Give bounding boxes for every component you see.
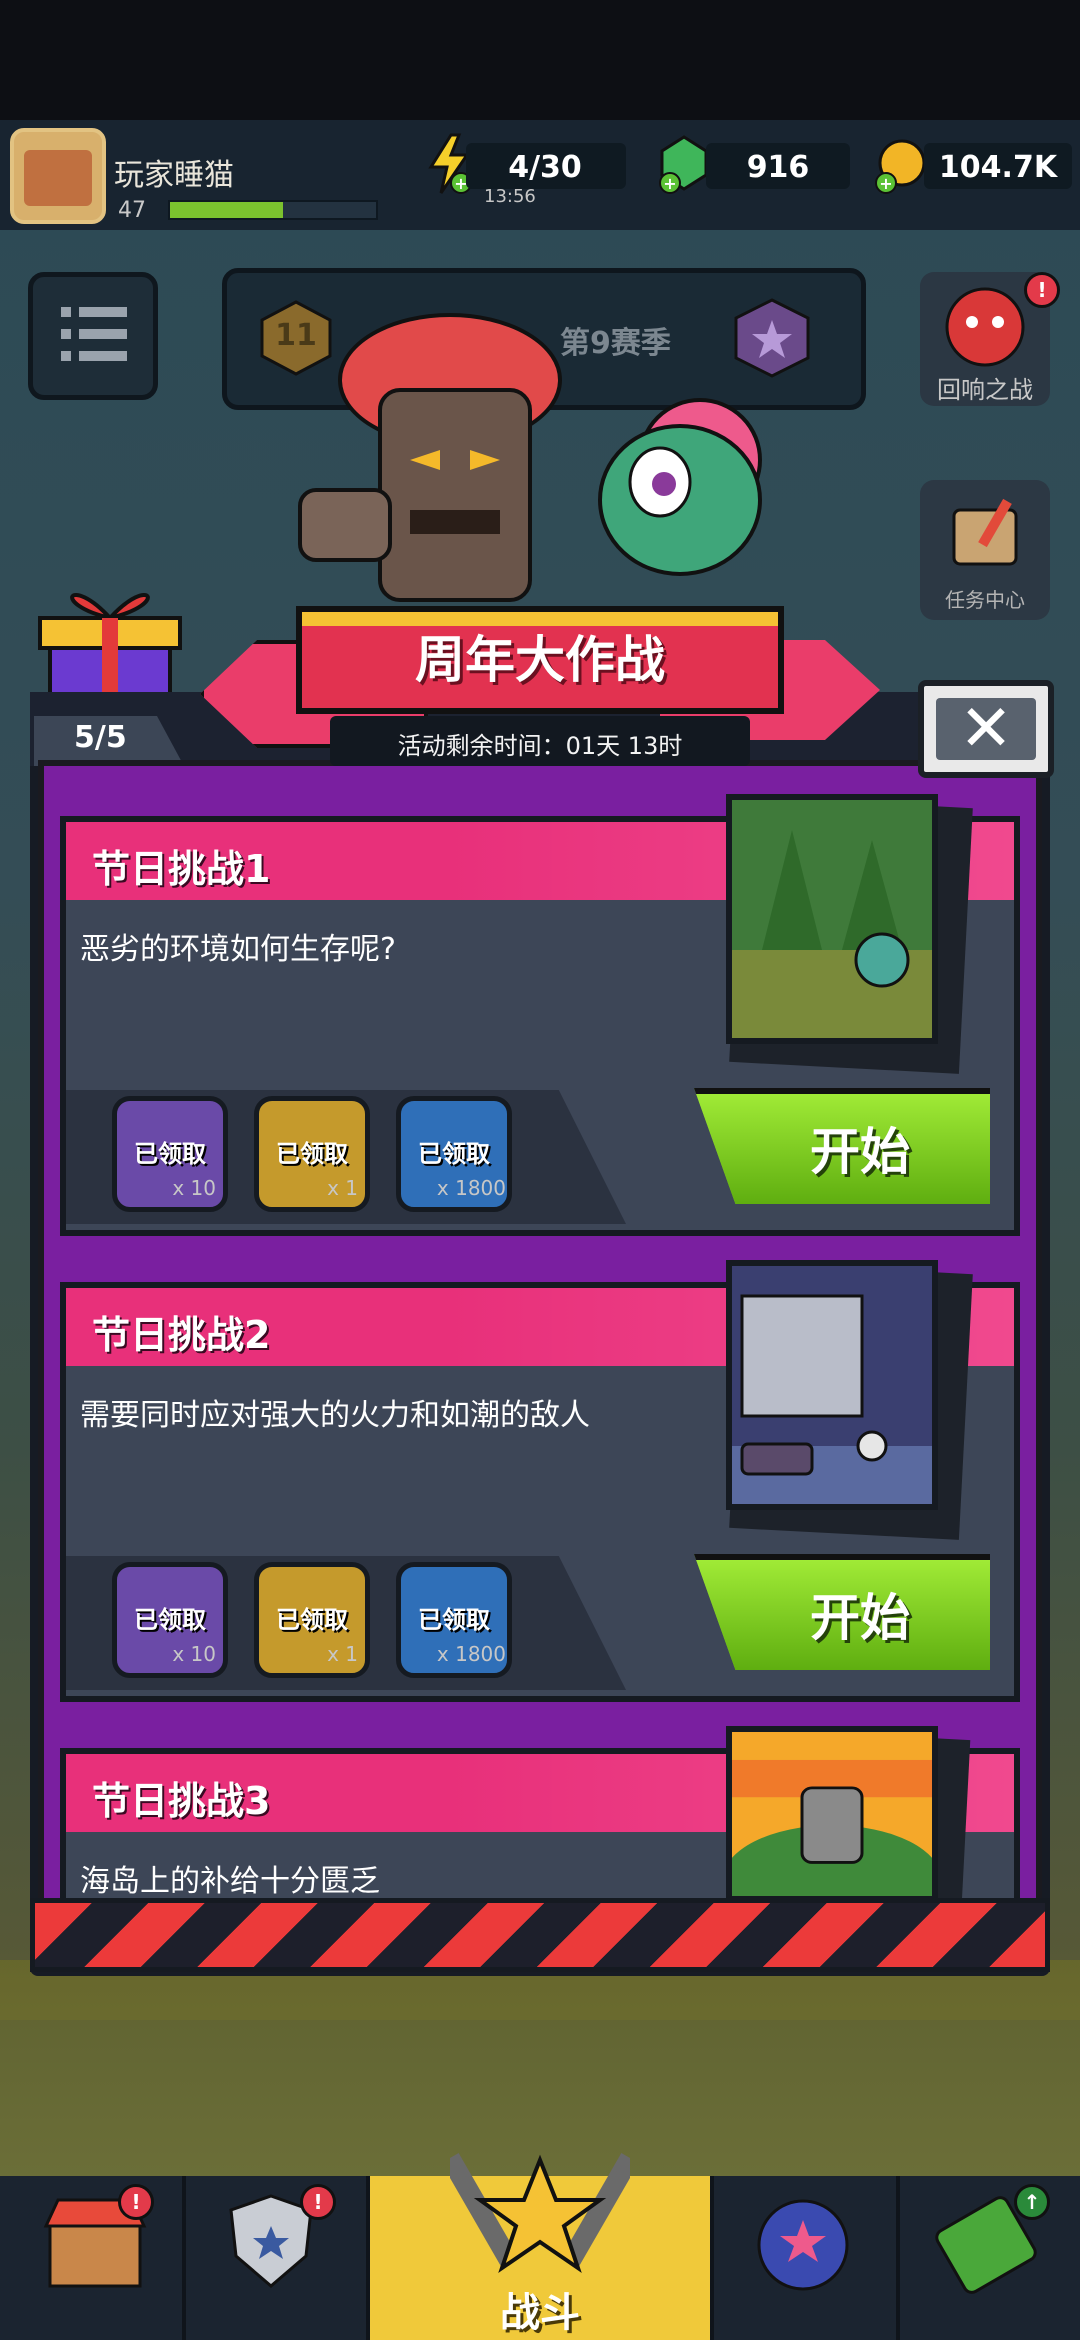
plant-monster-character — [598, 398, 762, 576]
challenge-counter: 5/5 — [74, 720, 127, 755]
challenge-title: 节日挑战2 — [92, 1313, 271, 1357]
close-icon[interactable]: ✕ — [918, 680, 1054, 778]
upgrade-badge: ↑ — [1014, 2184, 1050, 2220]
xp-bar-fill — [170, 202, 283, 218]
nav-divider — [896, 2176, 900, 2340]
energy-value: 4/30 — [508, 150, 582, 185]
avatar-cake-icon — [24, 150, 92, 206]
battle-tab-label[interactable]: 战斗 — [370, 2280, 710, 2338]
island-stage-thumbnail — [726, 1726, 938, 1902]
player-name: 玩家睡猫 — [114, 158, 234, 193]
challenge-description: 海岛上的补给十分匮乏 — [80, 1864, 380, 1899]
menu-button[interactable] — [28, 272, 158, 400]
reward-claimed-label: 已领取 — [418, 1606, 490, 1634]
hazard-stripe — [30, 1898, 1050, 1972]
reward-claimed-label: 已领取 — [276, 1606, 348, 1634]
nav-divider — [710, 2176, 714, 2340]
status-bar-area — [0, 0, 1080, 120]
reward-claimed-label: 已领取 — [134, 1140, 206, 1168]
task-center-label: 任务中心 — [945, 588, 1025, 612]
player-level: 47 — [118, 198, 146, 223]
notification-badge: ! — [118, 2184, 154, 2220]
city-stage-thumbnail — [726, 1260, 938, 1510]
reward-claimed-label: 已领取 — [418, 1140, 490, 1168]
gem-icon[interactable]: + — [656, 133, 712, 195]
challenge-title: 节日挑战3 — [92, 1779, 271, 1823]
start-label[interactable]: 开始 — [730, 1578, 990, 1650]
nav-divider — [182, 2176, 186, 2340]
energy-timer: 13:56 — [484, 186, 536, 207]
menu-list-icon — [61, 307, 127, 361]
gem-value: 916 — [746, 150, 810, 185]
reward-quantity: x 1 — [327, 1176, 358, 1200]
svg-text:+: + — [663, 174, 676, 193]
start-label[interactable]: 开始 — [730, 1112, 990, 1184]
forest-stage-thumbnail — [726, 794, 938, 1044]
coin-value: 104.7K — [938, 150, 1058, 185]
reward-quantity: x 1800 — [436, 1642, 506, 1666]
tree-monster-character — [298, 313, 562, 602]
svg-text:+: + — [879, 174, 892, 193]
challenge-description: 恶劣的环境如何生存呢? — [80, 932, 396, 967]
challenge-description: 需要同时应对强大的火力和如潮的敌人 — [80, 1398, 590, 1433]
battle-star-icon[interactable] — [450, 2140, 630, 2290]
season-emblem-icon — [734, 298, 810, 378]
scroll-icon — [952, 498, 1018, 566]
reward-quantity: x 10 — [172, 1642, 216, 1666]
notification-badge: ! — [300, 2184, 336, 2220]
reward-quantity: x 1800 — [436, 1176, 506, 1200]
challenge-title: 节日挑战1 — [92, 847, 271, 891]
reward-quantity: x 1 — [327, 1642, 358, 1666]
echo-battle-label: 回响之战 — [937, 376, 1033, 404]
reward-claimed-label: 已领取 — [276, 1140, 348, 1168]
demon-face-icon — [945, 287, 1025, 367]
event-title: 周年大作战 — [415, 631, 665, 689]
reward-quantity: x 10 — [172, 1176, 216, 1200]
globe-star-icon[interactable] — [748, 2190, 858, 2300]
reward-claimed-label: 已领取 — [134, 1606, 206, 1634]
notification-badge: ! — [1024, 272, 1060, 308]
coin-icon[interactable]: + — [872, 137, 930, 195]
time-remaining: 活动剩余时间：01天 13时 — [397, 732, 683, 760]
